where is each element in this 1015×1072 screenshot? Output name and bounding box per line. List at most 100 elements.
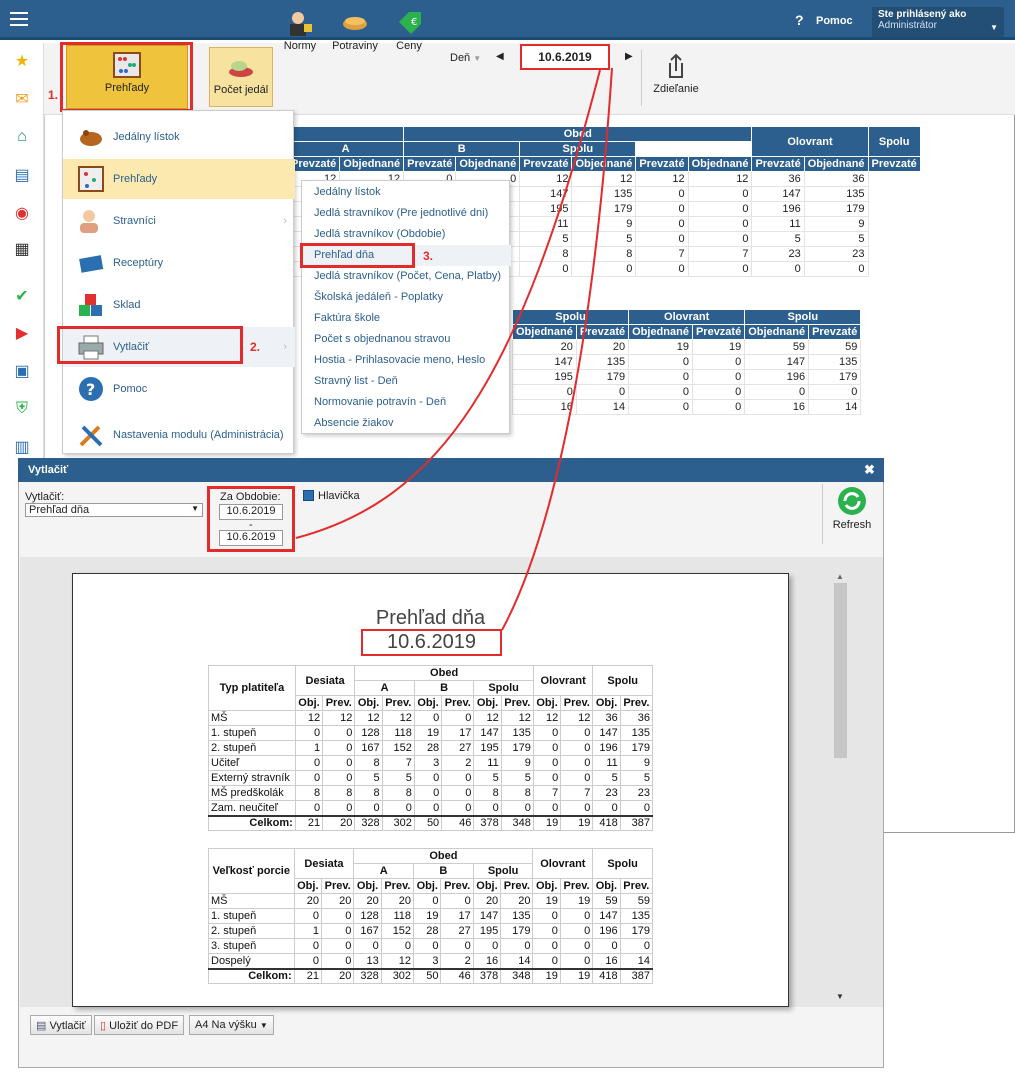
book-icon bbox=[77, 249, 105, 277]
print-type-label: Vytlačiť: bbox=[25, 491, 65, 503]
den-select[interactable]: Deň ▼ bbox=[450, 52, 481, 64]
submenu-item[interactable]: Hostia - Prihlasovacie meno, Heslo bbox=[302, 350, 511, 371]
menu-item-sklad[interactable]: Sklad bbox=[63, 285, 295, 325]
home-icon[interactable]: ⌂ bbox=[12, 127, 32, 147]
row-value: 0 bbox=[441, 800, 475, 816]
submenu-item[interactable]: Jedálny lístok bbox=[302, 182, 511, 203]
menu-item-prehlady[interactable]: Prehľady bbox=[63, 159, 295, 199]
chart-icon[interactable]: ▥ bbox=[12, 437, 32, 457]
col-spolu: Spolu bbox=[472, 863, 534, 879]
row-value: 0 bbox=[560, 770, 594, 786]
check-icon[interactable]: ✔ bbox=[12, 286, 32, 306]
refresh-button[interactable]: Refresh bbox=[826, 486, 878, 531]
print-button[interactable]: ▤ Vytlačiť bbox=[30, 1015, 92, 1035]
submenu-item[interactable]: Faktúra škole bbox=[302, 308, 511, 329]
refresh-label: Refresh bbox=[832, 519, 872, 531]
help-link[interactable]: Pomoc bbox=[816, 15, 853, 27]
svg-text:€: € bbox=[411, 17, 417, 28]
star-icon[interactable]: ★ bbox=[12, 51, 32, 71]
row-value: 5 bbox=[354, 770, 383, 786]
row-value: 0 bbox=[353, 938, 382, 954]
table-cell: 7 bbox=[635, 246, 689, 262]
col-desiata: Desiata bbox=[294, 665, 356, 696]
row-value: 50 bbox=[413, 815, 443, 831]
row-value: 0 bbox=[532, 908, 561, 924]
table-cell: 0 bbox=[635, 216, 689, 232]
help-icon[interactable]: ? bbox=[795, 12, 804, 28]
submenu-item[interactable]: Školská jedáleň - Poplatky bbox=[302, 287, 511, 308]
row-value: 8 bbox=[294, 785, 324, 801]
next-day-icon[interactable]: ▶ bbox=[625, 51, 633, 62]
save-pdf-button[interactable]: ▯ Uložiť do PDF bbox=[94, 1015, 185, 1035]
row-value: 2 bbox=[441, 755, 475, 771]
user-icon[interactable]: ◉ bbox=[12, 203, 32, 223]
people-icon bbox=[77, 207, 105, 235]
shield-icon[interactable]: ⛨ bbox=[12, 399, 32, 419]
pocet-jedal-button[interactable]: Počet jedál bbox=[209, 47, 273, 107]
row-value: 0 bbox=[500, 800, 534, 816]
submenu-item[interactable]: Absencie žiakov bbox=[302, 413, 511, 434]
col-a: A bbox=[353, 863, 415, 879]
menu-item-pomoc[interactable]: ? Pomoc bbox=[63, 369, 295, 409]
col-obj: Obj. bbox=[592, 695, 621, 711]
calendar-icon[interactable]: ▦ bbox=[12, 239, 32, 259]
table-cell: 0 bbox=[635, 261, 689, 277]
submenu-item[interactable]: Jedlá stravníkov (Pre jednotlivé dni) bbox=[302, 203, 511, 224]
refresh-icon bbox=[838, 487, 866, 515]
report-date: 10.6.2019 bbox=[361, 629, 502, 656]
col-obed: Obed bbox=[353, 848, 534, 864]
hamburger-menu-icon[interactable] bbox=[10, 12, 28, 26]
table-cell: 11 bbox=[519, 216, 573, 232]
col-prevzate: Prevzaté bbox=[751, 156, 805, 172]
menu-item-receptury[interactable]: Receptúry bbox=[63, 243, 295, 283]
header-checkbox[interactable] bbox=[303, 490, 314, 501]
row-value: 19 bbox=[560, 815, 594, 831]
submenu-item[interactable]: Jedlá stravníkov (Obdobie) bbox=[302, 224, 511, 245]
table-cell: 12 bbox=[635, 171, 689, 187]
report-row: MŠ 12 12 12 12 0 0 12 12 12 12 36 36 bbox=[208, 710, 654, 726]
table-cell: 5 bbox=[751, 231, 805, 247]
row-value: 1 bbox=[293, 923, 323, 939]
scroll-up-icon[interactable]: ▲ bbox=[836, 572, 844, 581]
submenu-item[interactable]: Počet s objednanou stravou bbox=[302, 329, 511, 350]
normy-button[interactable]: Normy bbox=[280, 4, 320, 66]
date-display[interactable]: 10.6.2019 bbox=[520, 44, 610, 70]
briefcase-icon[interactable]: ▣ bbox=[12, 361, 32, 381]
user-dropdown[interactable]: Ste prihlásený ako Administrátor ▼ bbox=[872, 7, 1004, 37]
row-value: 20 bbox=[500, 893, 534, 909]
menu-label: Sklad bbox=[113, 299, 141, 311]
menu-label: Jedálny lístok bbox=[113, 131, 180, 143]
close-icon[interactable]: ✖ bbox=[864, 462, 875, 478]
menu-item-jedalny-listok[interactable]: Jedálny lístok bbox=[63, 117, 295, 157]
row-value: 0 bbox=[532, 755, 562, 771]
table-cell: 0 bbox=[691, 354, 746, 370]
print-type-select[interactable]: Prehľad dňa ▼ bbox=[25, 503, 203, 517]
table-cell: 0 bbox=[687, 261, 753, 277]
orientation-select[interactable]: A4 Na výšku ▼ bbox=[189, 1015, 274, 1035]
report-row: 1. stupeň 0 0 128 118 19 17 147 135 0 0 147 135 bbox=[208, 908, 654, 924]
submenu-item[interactable]: Normovanie potravín - Deň bbox=[302, 392, 511, 413]
ceny-button[interactable]: € Ceny bbox=[390, 4, 428, 66]
mail-icon[interactable]: ✉ bbox=[12, 89, 32, 109]
row-value: 19 bbox=[559, 893, 594, 909]
prev-day-icon[interactable]: ◀ bbox=[496, 51, 504, 62]
zdielanie-label: Zdieľanie bbox=[653, 83, 699, 95]
submenu-item[interactable]: Jedlá stravníkov (Počet, Cena, Platby) bbox=[302, 266, 511, 287]
potraviny-button[interactable]: Potraviny bbox=[330, 4, 380, 66]
play-icon[interactable]: ▶ bbox=[12, 323, 32, 343]
zdielanie-button[interactable]: Zdieľanie bbox=[650, 47, 702, 109]
menu-item-nastavenia[interactable]: Nastavenia modulu (Administrácia) bbox=[63, 415, 295, 455]
row-value: 0 bbox=[321, 908, 355, 924]
row-value: 0 bbox=[294, 725, 324, 741]
book-icon[interactable]: ▤ bbox=[12, 165, 32, 185]
menu-item-stravnici[interactable]: Stravníci › bbox=[63, 201, 295, 241]
col-objednane: Objednané bbox=[628, 324, 693, 340]
separator bbox=[641, 50, 642, 106]
scroll-down-icon[interactable]: ▼ bbox=[836, 992, 844, 1001]
row-value: 135 bbox=[619, 725, 654, 741]
col-header-spolu-obed: Spolu bbox=[511, 309, 630, 325]
submenu-item[interactable]: Stravný list - Deň bbox=[302, 371, 511, 392]
row-value: 0 bbox=[293, 938, 323, 954]
preview-scrollbar[interactable] bbox=[834, 583, 847, 758]
normy-label: Normy bbox=[283, 40, 317, 52]
